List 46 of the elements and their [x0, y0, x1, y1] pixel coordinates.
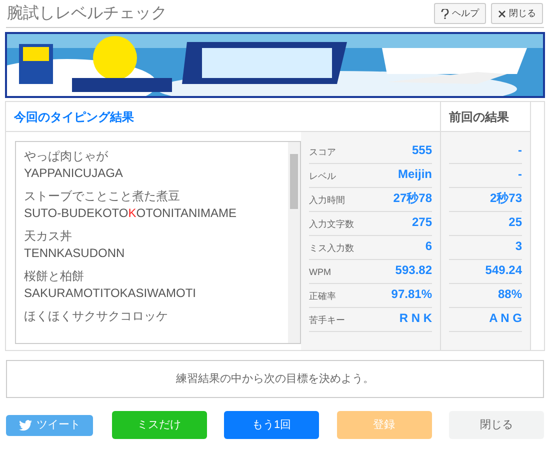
section-heading: 今回のタイピング結果 — [14, 108, 134, 126]
stat-label: 苦手キー — [309, 314, 345, 326]
stat-label: レベル — [309, 170, 336, 182]
stat-value: 88% — [498, 286, 522, 303]
stat-value: - — [518, 166, 522, 183]
stat-value: R N K — [399, 310, 432, 327]
stat-value: 555 — [412, 142, 432, 159]
word-text: 桜餅と柏餅 — [24, 268, 85, 285]
stat-value: 593.82 — [395, 262, 432, 279]
stat-value: Meijin — [398, 166, 432, 183]
word-text: ストーブでことこと煮た煮豆 — [24, 188, 181, 205]
word-text: やっぱ肉じゃが — [24, 148, 109, 165]
stat-value: 549.24 — [485, 262, 522, 279]
stat-value: 27秒78 — [393, 190, 432, 207]
romaji-text: YAPPANICUJAGA — [24, 165, 124, 182]
message-text: 練習結果の中から次の目標を決めよう。 — [176, 372, 374, 387]
retry-button[interactable]: もう1回 — [224, 411, 319, 439]
close-button[interactable]: 閉じる — [491, 3, 543, 24]
tweet-button[interactable]: ツイート — [6, 414, 93, 436]
bird-icon — [18, 420, 32, 430]
misses-only-button[interactable]: ミスだけ — [112, 411, 206, 439]
stat-label: 入力文字数 — [309, 218, 354, 230]
romaji-text: SUTO-BUDEKOTOKOTONITANIMAME — [24, 205, 238, 222]
stat-value: 3 — [515, 238, 522, 255]
romaji-text: SAKURAMOTITOKASIWAMOTI — [24, 285, 198, 302]
romaji-text: TENNKASUDONN — [24, 245, 126, 262]
stat-value: 275 — [412, 214, 432, 231]
stat-value: 2秒73 — [490, 190, 522, 207]
word-text: ほくほくサクサクコロッケ — [24, 308, 169, 325]
stat-label: WPM — [309, 266, 331, 278]
stat-value: - — [518, 142, 522, 159]
window-title: 腕試しレベルチェック — [7, 4, 167, 24]
stat-label: スコア — [309, 146, 336, 158]
close-button[interactable]: 閉じる — [449, 411, 544, 439]
stat-value: 25 — [508, 214, 522, 231]
stat-value: 6 — [425, 238, 432, 255]
help-icon — [441, 8, 449, 18]
stat-value: 97.81% — [391, 286, 432, 303]
close-icon — [498, 10, 506, 18]
stat-label: 正確率 — [309, 290, 336, 302]
stat-label: 入力時間 — [309, 194, 345, 206]
help-button[interactable]: ヘルプ — [434, 3, 486, 24]
stat-label: ミス入力数 — [309, 242, 354, 254]
word-text: 天カス丼 — [24, 228, 73, 245]
section-heading: 前回の結果 — [449, 108, 509, 126]
stat-value: A N G — [489, 310, 522, 327]
